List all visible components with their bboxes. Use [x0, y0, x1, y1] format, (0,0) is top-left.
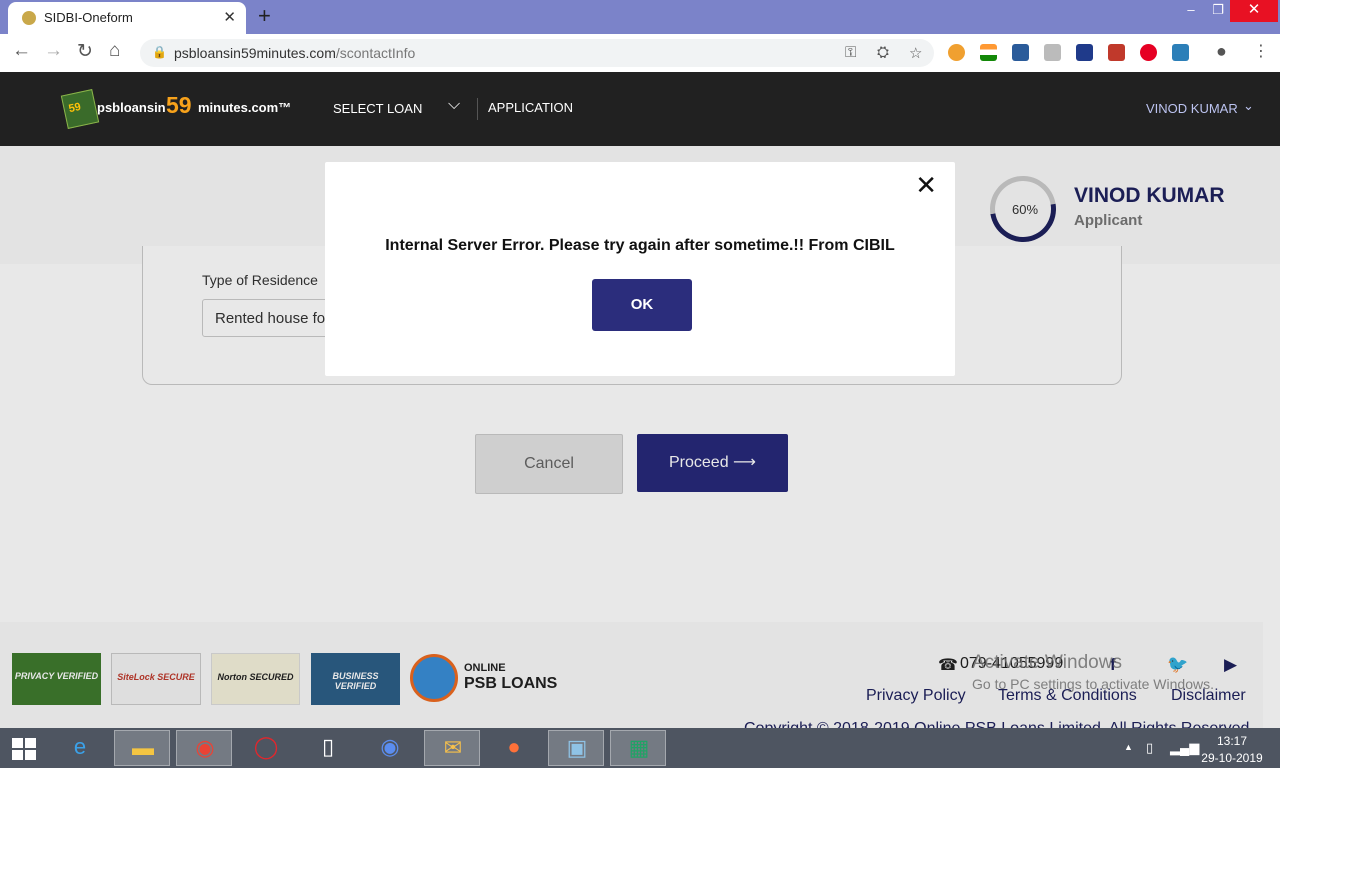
error-message: Internal Server Error. Please try again …: [385, 237, 895, 254]
home-icon[interactable]: ⌂: [109, 40, 120, 62]
chrome-icon[interactable]: ◉: [176, 730, 232, 766]
logo-badge-text: 59: [67, 100, 83, 116]
start-button-icon[interactable]: [12, 738, 36, 760]
ok-button[interactable]: OK: [592, 279, 692, 331]
translate-icon[interactable]: ⛭: [877, 44, 889, 61]
url-text: psbloansin59minutes.com/scontactInfo: [174, 45, 415, 61]
blank-document-icon[interactable]: ▯: [300, 730, 356, 766]
user-menu[interactable]: VINOD KUMAR: [1146, 101, 1238, 116]
back-icon[interactable]: ←: [12, 40, 31, 62]
file-explorer-icon[interactable]: ▬: [114, 730, 170, 766]
logo-badge-icon[interactable]: 59: [60, 89, 100, 129]
site-header: 59 psbloansin 59 minutes.com™ SELECT LOA…: [0, 72, 1280, 146]
forward-icon[interactable]: →: [44, 40, 63, 62]
windows-taskbar: e ▬ ◉ ◯ ▯ ◉ ✉ ● ▣ ▦ ▲ ▯ ▂▄▆ 13:17 29-10-…: [0, 728, 1280, 768]
key-icon[interactable]: ⚿: [845, 44, 856, 61]
browser-tabstrip: SIDBI-Oneform ✕ + – ❐ ✕: [0, 0, 1280, 34]
clock-date[interactable]: 29-10-2019: [1198, 751, 1266, 765]
signal-icon[interactable]: ▂▄▆: [1170, 740, 1199, 756]
browser-toolbar: ← → ↻ ⌂ 🔒 psbloansin59minutes.com/sconta…: [0, 34, 1280, 73]
chevron-down-icon[interactable]: ⌵: [448, 96, 460, 114]
extension-icon[interactable]: [1076, 44, 1093, 61]
logo-number[interactable]: 59: [166, 92, 192, 119]
nav-divider: [477, 98, 478, 120]
photos-icon[interactable]: ▣: [548, 730, 604, 766]
nav-application[interactable]: APPLICATION: [488, 100, 573, 115]
chromium-icon[interactable]: ◉: [362, 730, 418, 766]
site-favicon-icon: [22, 11, 36, 25]
lock-icon: 🔒: [152, 45, 167, 59]
tab-title: SIDBI-Oneform: [44, 10, 133, 25]
close-icon[interactable]: ✕: [915, 172, 937, 198]
screen: SIDBI-Oneform ✕ + – ❐ ✕ ← → ↻ ⌂ 🔒 psbloa…: [0, 0, 1280, 768]
logo-prefix[interactable]: psbloansin: [97, 100, 166, 115]
user-menu-chevron-icon[interactable]: ⌄: [1243, 98, 1254, 114]
menu-icon[interactable]: ⋮: [1253, 41, 1269, 61]
extension-icon[interactable]: [1012, 44, 1029, 61]
logo-suffix[interactable]: minutes.com™: [198, 100, 291, 115]
window-close-button[interactable]: ✕: [1230, 0, 1278, 22]
internet-explorer-icon[interactable]: e: [52, 730, 108, 766]
nav-select-loan[interactable]: SELECT LOAN: [333, 101, 422, 116]
opera-icon[interactable]: ◯: [238, 730, 294, 766]
extension-icon[interactable]: [948, 44, 965, 61]
url-domain: psbloansin59minutes.com: [174, 45, 336, 61]
new-tab-button[interactable]: +: [258, 3, 271, 29]
star-icon[interactable]: ☆: [909, 44, 922, 62]
extension-icon[interactable]: [1044, 44, 1061, 61]
extension-icon[interactable]: [1108, 44, 1125, 61]
error-dialog: ✕ Internal Server Error. Please try agai…: [325, 162, 955, 376]
profile-icon[interactable]: ●: [1216, 41, 1227, 62]
clock-time[interactable]: 13:17: [1212, 734, 1252, 748]
reload-icon[interactable]: ↻: [77, 40, 93, 63]
pinterest-icon[interactable]: [1140, 44, 1157, 61]
excel-icon[interactable]: ▦: [610, 730, 666, 766]
extension-india-flag-icon[interactable]: [980, 44, 997, 61]
window-maximize-button[interactable]: ❐: [1203, 0, 1233, 22]
network-icon[interactable]: ▯: [1146, 740, 1153, 756]
extension-icon[interactable]: [1172, 44, 1189, 61]
browser-tab[interactable]: SIDBI-Oneform ✕: [8, 2, 246, 34]
window-minimize-button[interactable]: –: [1176, 0, 1206, 22]
url-path: /scontactInfo: [335, 45, 416, 61]
address-bar[interactable]: 🔒 psbloansin59minutes.com/scontactInfo ⚿…: [140, 39, 934, 67]
show-hidden-icons-icon[interactable]: ▲: [1124, 742, 1133, 752]
tab-close-icon[interactable]: ✕: [223, 8, 236, 26]
firefox-icon[interactable]: ●: [486, 730, 542, 766]
outlook-icon[interactable]: ✉: [424, 730, 480, 766]
